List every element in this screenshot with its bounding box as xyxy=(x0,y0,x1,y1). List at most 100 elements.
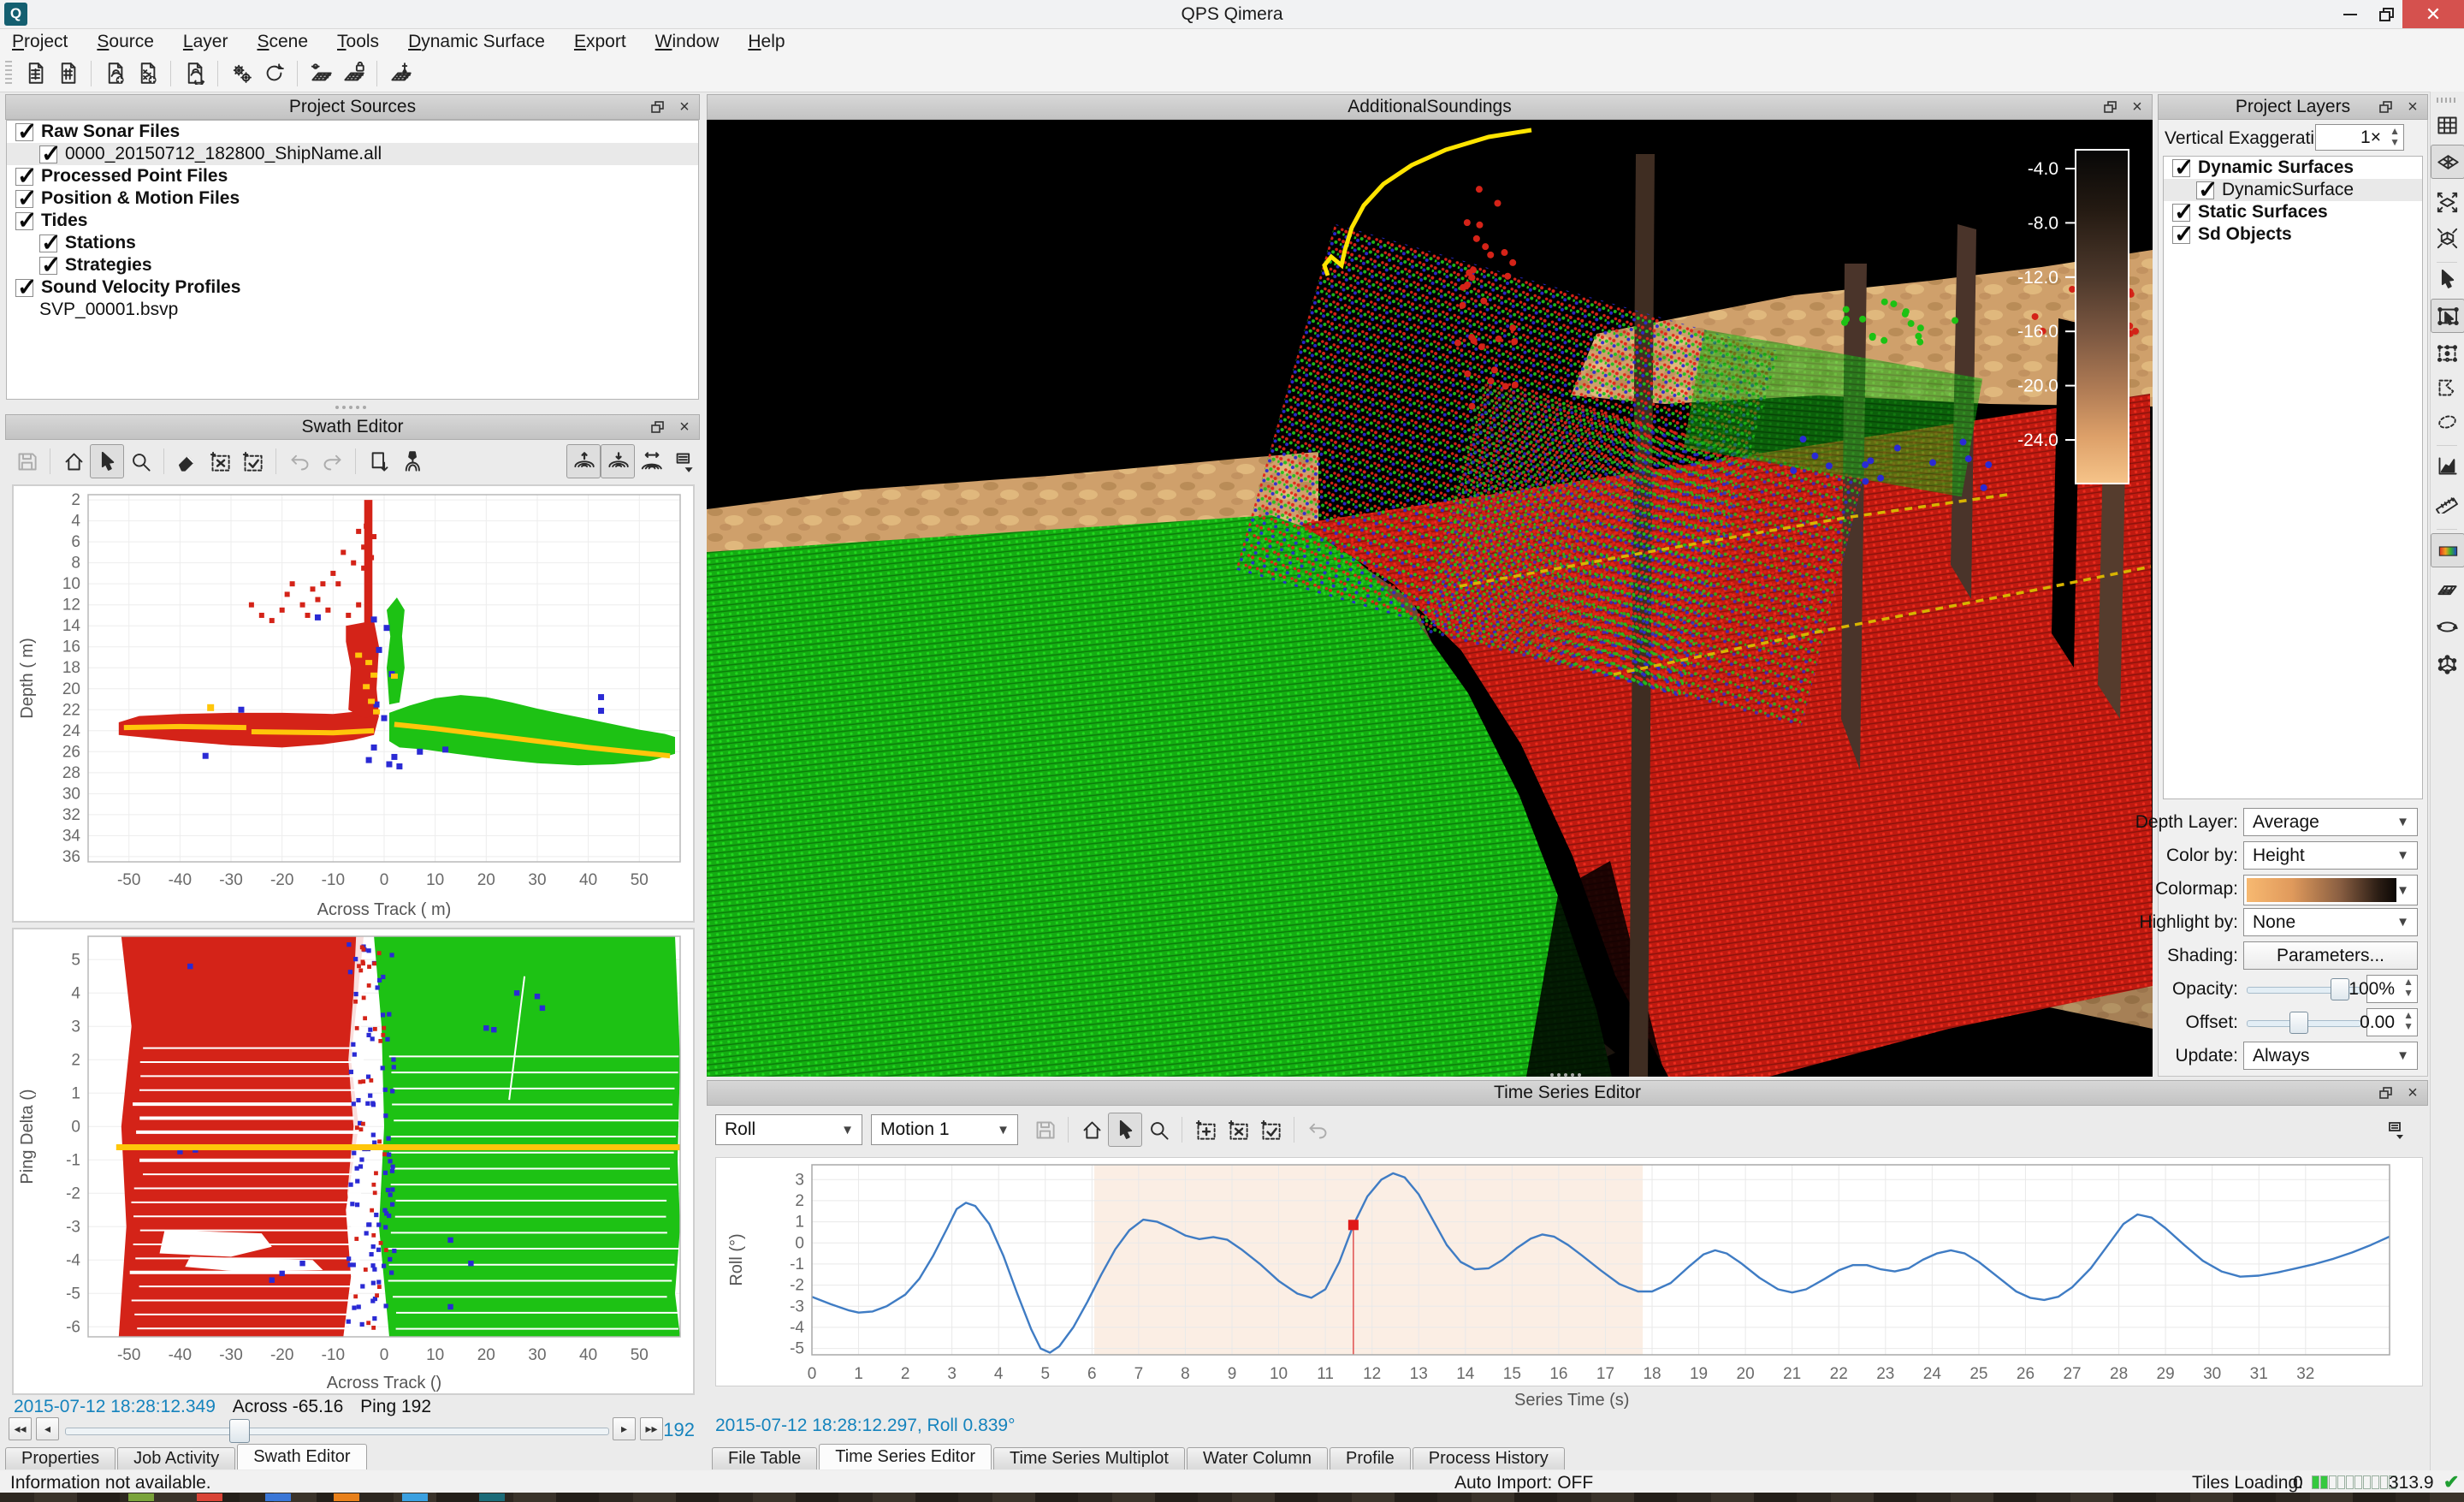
new-project-icon[interactable] xyxy=(19,57,51,90)
ping-next-button[interactable]: ▸ xyxy=(613,1417,636,1440)
swath-mode-both-icon[interactable] xyxy=(635,445,667,478)
checkbox-checked[interactable] xyxy=(39,145,57,163)
update-combo[interactable]: Always▼ xyxy=(2243,1042,2418,1070)
menu-window[interactable]: Window xyxy=(655,32,720,52)
tree-item-svp-00001-bsvp[interactable]: SVP_00001.bsvp xyxy=(7,299,698,321)
box-select-icon[interactable] xyxy=(2431,299,2464,333)
checkbox-checked[interactable] xyxy=(2196,181,2214,199)
polygon-select-icon[interactable] xyxy=(2431,371,2463,403)
add-svp-icon[interactable] xyxy=(178,57,210,90)
zoom-extents-cube-icon[interactable] xyxy=(2431,222,2463,254)
ping-first-button[interactable]: ◂◂ xyxy=(9,1417,32,1440)
tree-item-position-motion-files[interactable]: Position & Motion Files xyxy=(7,187,698,210)
tab-swath-editor[interactable]: Swath Editor xyxy=(237,1444,366,1469)
checkbox-checked[interactable] xyxy=(15,279,33,297)
redo-icon[interactable] xyxy=(316,445,348,478)
accept-selection-icon[interactable] xyxy=(1254,1113,1287,1146)
add-raw-sonar-icon[interactable] xyxy=(98,57,131,90)
tab-file-table[interactable]: File Table xyxy=(712,1447,817,1469)
surface-tiles-icon[interactable] xyxy=(2431,145,2464,179)
channel-combo[interactable]: Roll▼ xyxy=(715,1114,862,1145)
surface-extract-icon[interactable] xyxy=(384,57,417,90)
cursor-icon[interactable] xyxy=(90,444,124,478)
tab-time-series-multiplot[interactable]: Time Series Multiplot xyxy=(993,1447,1185,1469)
minimize-button[interactable] xyxy=(2329,0,2372,28)
menu-project[interactable]: Project xyxy=(12,32,68,52)
checkbox-checked[interactable] xyxy=(15,123,33,141)
zoom-icon[interactable] xyxy=(124,445,157,478)
ping-slider-handle[interactable] xyxy=(229,1419,250,1443)
home-icon[interactable] xyxy=(1075,1113,1108,1146)
accept-selection-icon[interactable] xyxy=(236,445,269,478)
checkbox-checked[interactable] xyxy=(39,235,57,252)
tree-item-dynamicsurface[interactable]: DynamicSurface xyxy=(2164,179,2422,201)
swath-ping-delta-plot[interactable]: 543210-1-2-3-4-5-6-50-40-30-20-100102030… xyxy=(12,928,695,1395)
tab-time-series-editor[interactable]: Time Series Editor xyxy=(819,1444,992,1469)
home-icon[interactable] xyxy=(57,445,90,478)
tab-water-column[interactable]: Water Column xyxy=(1187,1447,1328,1469)
opacity-slider[interactable] xyxy=(2247,975,2361,1003)
menu-source[interactable]: Source xyxy=(97,32,154,52)
add-processed-points-icon[interactable] xyxy=(131,57,163,90)
restore-button[interactable] xyxy=(2372,0,2402,28)
menu-tools[interactable]: Tools xyxy=(337,32,379,52)
checkbox-checked[interactable] xyxy=(15,190,33,208)
open-project-icon[interactable] xyxy=(51,57,84,90)
menu-export[interactable]: Export xyxy=(574,32,626,52)
float-panel-icon[interactable] xyxy=(2377,98,2394,116)
float-panel-icon[interactable] xyxy=(2101,98,2118,116)
rect-select-icon[interactable] xyxy=(2431,336,2463,369)
offset-spinbox[interactable]: 0.00▲▼ xyxy=(2366,1008,2418,1036)
close-button[interactable]: ✕ xyxy=(2402,0,2464,28)
tree-item-tides[interactable]: Tides xyxy=(7,210,698,232)
zoom-extents-surface-icon[interactable] xyxy=(2431,186,2463,218)
slider-handle[interactable] xyxy=(2289,1012,2308,1034)
undo-icon[interactable] xyxy=(1301,1113,1334,1146)
close-panel-icon[interactable]: × xyxy=(676,98,693,116)
colorbar-icon[interactable] xyxy=(2431,533,2464,567)
menu-scene[interactable]: Scene xyxy=(257,32,308,52)
menu-layer[interactable]: Layer xyxy=(183,32,228,52)
surface-orbit-icon[interactable] xyxy=(305,57,337,90)
panel-menu-icon[interactable] xyxy=(2380,1114,2413,1147)
checkbox-checked[interactable] xyxy=(2172,204,2190,222)
menu-dynamic-surface[interactable]: Dynamic Surface xyxy=(408,32,545,52)
reject-selection-icon[interactable] xyxy=(204,445,236,478)
splitter-handle[interactable] xyxy=(1540,1073,1591,1078)
histogram-icon[interactable] xyxy=(2431,449,2463,482)
float-panel-icon[interactable] xyxy=(649,419,666,436)
menu-help[interactable]: Help xyxy=(748,32,785,52)
save-icon[interactable] xyxy=(10,445,43,478)
cursor-icon[interactable] xyxy=(2431,263,2463,295)
swath-across-depth-plot[interactable]: 24681012141618202224262830323436-50-40-3… xyxy=(12,484,695,923)
vertical-exaggeration-spinbox[interactable]: 1× ▲▼ xyxy=(2315,124,2404,151)
tree-item-raw-sonar-files[interactable]: Raw Sonar Files xyxy=(7,121,698,143)
reject-selection-icon[interactable] xyxy=(1222,1113,1254,1146)
highlight-by-combo[interactable]: None▼ xyxy=(2243,908,2418,936)
rotate-icon[interactable] xyxy=(2431,610,2463,643)
depth-layer-combo[interactable]: Average▼ xyxy=(2243,808,2418,836)
lasso-select-icon[interactable] xyxy=(2431,405,2463,437)
eraser-icon[interactable] xyxy=(171,445,204,478)
tree-item-sound-velocity-profiles[interactable]: Sound Velocity Profiles xyxy=(7,276,698,299)
checkbox-checked[interactable] xyxy=(2172,226,2190,244)
save-icon[interactable] xyxy=(1028,1113,1061,1146)
tab-properties[interactable]: Properties xyxy=(5,1447,116,1469)
float-panel-icon[interactable] xyxy=(649,98,666,116)
tree-item-0000-20150712-182800-shipname-all[interactable]: 0000_20150712_182800_ShipName.all xyxy=(7,143,698,165)
ping-slider-track[interactable] xyxy=(65,1428,609,1435)
swath-mode-up-icon[interactable] xyxy=(566,444,601,478)
shading-parameters-button[interactable]: Parameters... xyxy=(2243,941,2418,970)
zoom-icon[interactable] xyxy=(1142,1113,1175,1146)
tree-item-processed-point-files[interactable]: Processed Point Files xyxy=(7,165,698,187)
checkbox-checked[interactable] xyxy=(2172,159,2190,177)
grid-3d-icon[interactable] xyxy=(2431,573,2463,605)
tree-item-strategies[interactable]: Strategies xyxy=(7,254,698,276)
ping-frame-icon[interactable] xyxy=(363,445,395,478)
source-combo[interactable]: Motion 1▼ xyxy=(871,1114,1018,1145)
slider-handle[interactable] xyxy=(2331,978,2349,1000)
close-panel-icon[interactable]: × xyxy=(2129,98,2146,116)
float-panel-icon[interactable] xyxy=(2377,1084,2394,1101)
select-add-icon[interactable] xyxy=(1189,1113,1222,1146)
scene-3d-viewport[interactable]: -4.0-8.0-12.0-16.0-20.0-24.0 xyxy=(707,120,2153,1077)
